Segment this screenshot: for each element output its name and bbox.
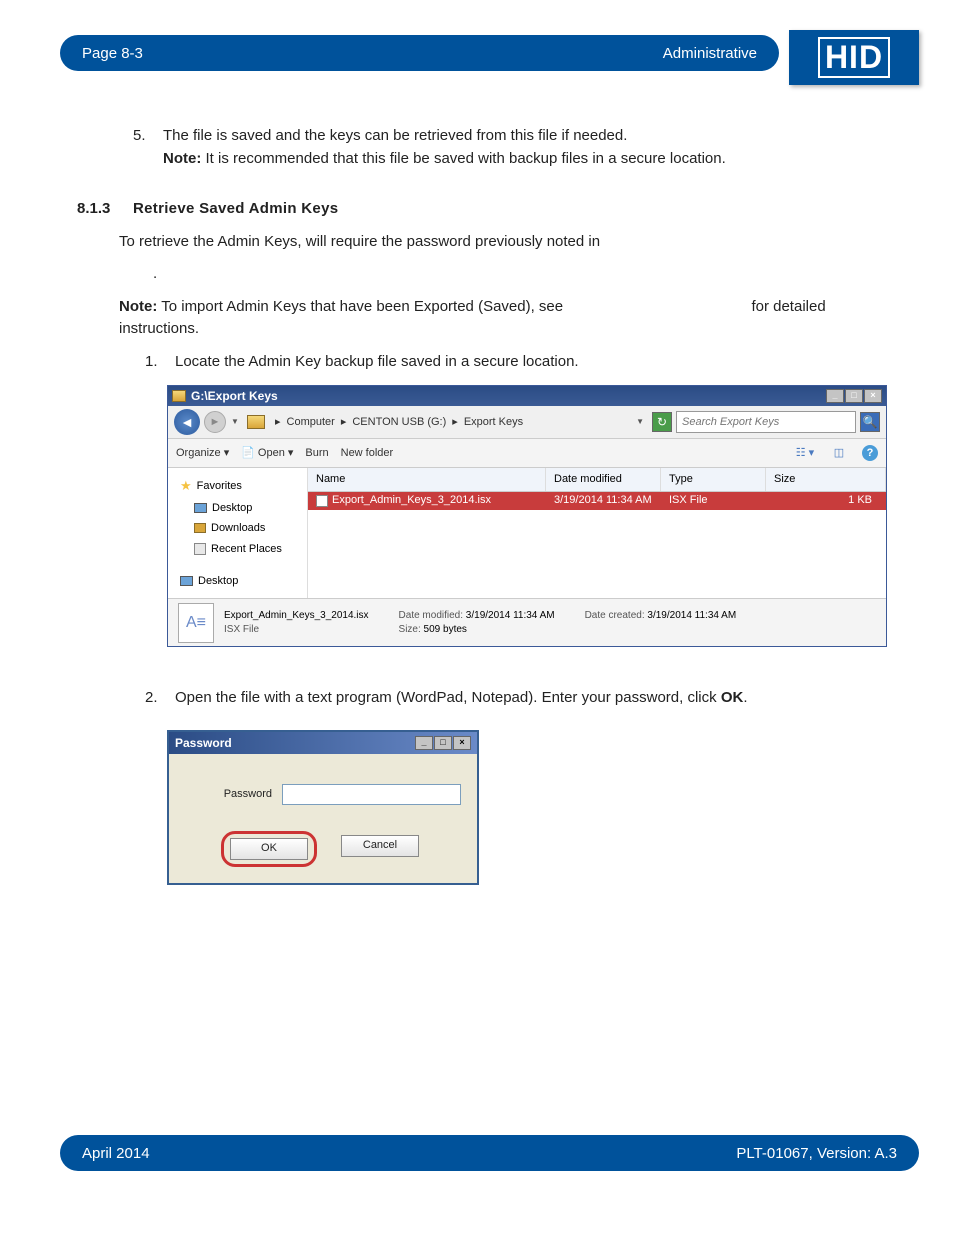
open-button[interactable]: 📄 Open ▾ [241,445,293,462]
refresh-button[interactable]: ↻ [652,412,672,432]
header-bar: Page 8-3 Administrative [60,35,779,71]
minimize-button[interactable]: _ [415,736,433,750]
search-box[interactable] [676,411,856,433]
dialog-title: Password [175,734,232,752]
navigation-pane: ★Favorites Desktop Downloads Recent Plac… [168,468,308,598]
window-titlebar: G:\Export Keys _ □ × [168,386,886,406]
favorites-group[interactable]: ★Favorites [172,474,303,498]
paragraph: To retrieve the Admin Keys, will require… [119,231,899,254]
list-item-2: 2. Open the file with a text program (Wo… [145,687,899,710]
file-icon [316,495,328,507]
hid-logo: HID [789,30,919,85]
new-folder-button[interactable]: New folder [341,445,394,462]
forward-button[interactable]: ► [204,411,226,433]
page-number: Page 8-3 [82,45,143,62]
section-name: Administrative [663,45,757,62]
preview-pane-icon[interactable]: ◫ [828,444,850,462]
explorer-toolbar: Organize ▾ 📄 Open ▾ Burn New folder ☷ ▾ … [168,438,886,468]
col-type[interactable]: Type [661,468,766,491]
step5-text: The file is saved and the keys can be re… [163,127,627,144]
close-button[interactable]: × [864,389,882,403]
footer-date: April 2014 [82,1145,150,1162]
sidebar-item-downloads[interactable]: Downloads [172,518,303,539]
explorer-window: G:\Export Keys _ □ × ◄ ► ▼ ▸Computer ▸CE… [167,385,887,647]
desktop-icon [180,576,193,586]
ok-highlight-ring: OK [221,831,317,867]
maximize-button[interactable]: □ [845,389,863,403]
col-size[interactable]: Size [766,468,886,491]
window-title: G:\Export Keys [191,387,278,405]
organize-menu[interactable]: Organize ▾ [176,445,229,462]
file-row-selected[interactable]: Export_Admin_Keys_3_2014.isx 3/19/2014 1… [308,492,886,510]
password-label: Password [185,786,272,803]
list-item-1: 1. Locate the Admin Key backup file save… [145,351,899,374]
status-filetype: ISX File [224,624,259,635]
dialog-titlebar: Password _ □ × [169,732,477,754]
list-item-5: 5. The file is saved and the keys can be… [133,125,899,170]
note-paragraph: Note: To import Admin Keys that have bee… [119,296,899,341]
column-headers[interactable]: Name Date modified Type Size [308,468,886,492]
password-input[interactable] [282,784,461,805]
col-date[interactable]: Date modified [546,468,661,491]
ok-button[interactable]: OK [230,838,308,860]
address-dropdown[interactable]: ▼ [636,416,644,428]
cancel-button[interactable]: Cancel [341,835,419,857]
history-dropdown[interactable]: ▼ [230,416,240,428]
footer-bar: April 2014 PLT-01067, Version: A.3 [60,1135,919,1171]
help-icon[interactable]: ? [862,445,878,461]
file-icon-large: A≡ [178,603,214,643]
star-icon: ★ [180,476,192,496]
minimize-button[interactable]: _ [826,389,844,403]
sidebar-item-desktop2[interactable]: Desktop [172,571,303,592]
search-button[interactable]: 🔍 [860,412,880,432]
desktop-icon [194,503,207,513]
maximize-button[interactable]: □ [434,736,452,750]
section-heading: 8.1.3 Retrieve Saved Admin Keys [55,198,899,221]
folder-icon [172,390,186,402]
note-label: Note: [163,150,201,167]
status-filename: Export_Admin_Keys_3_2014.isx [224,610,369,621]
file-list: Name Date modified Type Size Export_Admi… [308,468,886,598]
close-button[interactable]: × [453,736,471,750]
details-pane: A≡ Export_Admin_Keys_3_2014.isx ISX File… [168,598,886,646]
downloads-icon [194,523,206,533]
breadcrumb[interactable]: ▸Computer ▸CENTON USB (G:) ▸Export Keys [272,414,632,431]
back-button[interactable]: ◄ [174,409,200,435]
note-text: It is recommended that this file be save… [201,150,725,167]
password-dialog: Password _ □ × Password OK Cancel [167,730,479,885]
address-bar-row: ◄ ► ▼ ▸Computer ▸CENTON USB (G:) ▸Export… [168,406,886,438]
search-input[interactable] [682,416,850,428]
footer-doc: PLT-01067, Version: A.3 [736,1145,897,1162]
burn-button[interactable]: Burn [305,445,328,462]
recent-icon [194,543,206,555]
sidebar-item-desktop[interactable]: Desktop [172,498,303,519]
col-name[interactable]: Name [308,468,546,491]
sidebar-item-recent[interactable]: Recent Places [172,539,303,560]
folder-icon [247,415,265,429]
view-options-icon[interactable]: ☷ ▾ [794,444,816,462]
